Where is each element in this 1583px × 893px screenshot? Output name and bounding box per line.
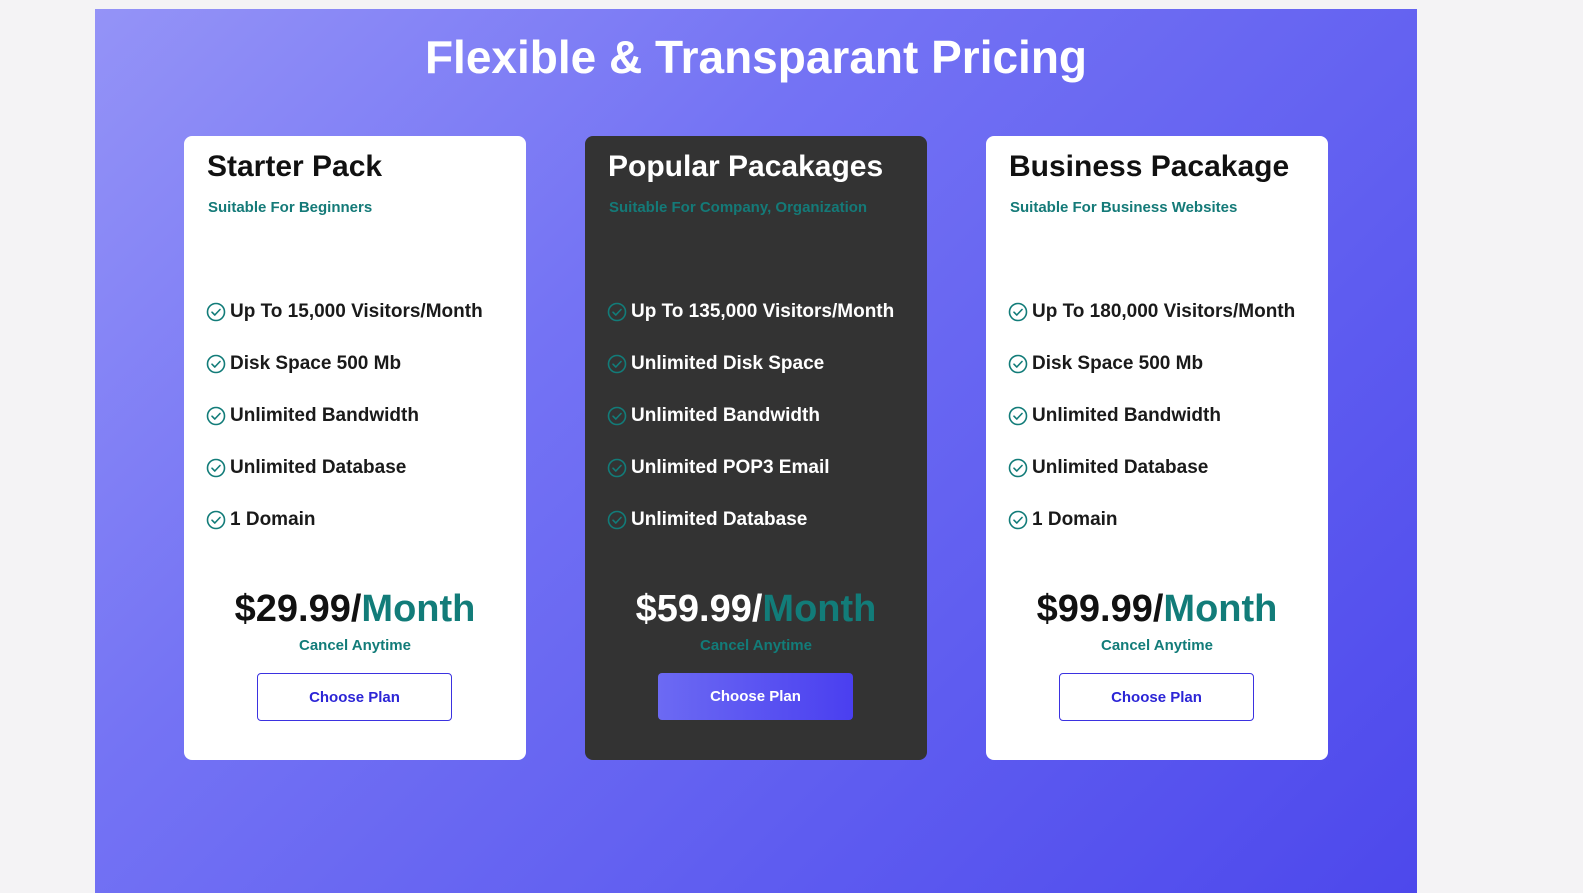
feature-text: Unlimited POP3 Email [631, 457, 830, 478]
check-circle-icon [1008, 406, 1028, 426]
feature-item: Unlimited Bandwidth [1008, 390, 1295, 442]
plan-subtitle: Suitable For Business Websites [1010, 199, 1238, 216]
feature-list: Up To 180,000 Visitors/Month Disk Space … [1008, 286, 1295, 546]
feature-text: Unlimited Bandwidth [230, 405, 419, 426]
plan-price: $59.99/Month [585, 586, 927, 632]
feature-text: Up To 15,000 Visitors/Month [230, 301, 483, 322]
choose-plan-button[interactable]: Choose Plan [257, 673, 452, 721]
choose-plan-button[interactable]: Choose Plan [1059, 673, 1254, 721]
feature-item: Unlimited Database [607, 494, 894, 546]
feature-text: Up To 135,000 Visitors/Month [631, 301, 895, 322]
check-circle-icon [206, 354, 226, 374]
page-title: Flexible & Transparant Pricing [424, 31, 1088, 83]
feature-item: Up To 135,000 Visitors/Month [607, 286, 894, 338]
check-circle-icon [607, 406, 627, 426]
check-circle-icon [607, 354, 627, 374]
plan-price: $99.99/Month [986, 586, 1328, 632]
feature-text: Unlimited Bandwidth [1032, 405, 1221, 426]
pricing-section: Flexible & Transparant Pricing Starter P… [95, 9, 1417, 893]
feature-text: 1 Domain [1032, 509, 1118, 530]
check-circle-icon [1008, 302, 1028, 322]
feature-text: Unlimited Database [230, 457, 407, 478]
check-circle-icon [1008, 458, 1028, 478]
check-circle-icon [1008, 510, 1028, 530]
price-period: Month [1163, 588, 1278, 630]
feature-item: Unlimited Database [206, 442, 483, 494]
price-amount: $59.99/ [635, 588, 763, 630]
check-circle-icon [206, 458, 226, 478]
feature-text: 1 Domain [230, 509, 316, 530]
feature-item: Unlimited Disk Space [607, 338, 894, 390]
price-amount: $29.99/ [234, 588, 362, 630]
plan-subtitle: Suitable For Company, Organization [609, 199, 868, 216]
cancel-anytime-note: Cancel Anytime [1101, 637, 1213, 654]
plan-subtitle: Suitable For Beginners [208, 199, 373, 216]
feature-item: Unlimited POP3 Email [607, 442, 894, 494]
feature-item: 1 Domain [206, 494, 483, 546]
feature-text: Unlimited Bandwidth [631, 405, 820, 426]
feature-item: 1 Domain [1008, 494, 1295, 546]
pricing-card-popular: Popular Pacakages Suitable For Company, … [585, 136, 927, 760]
feature-item: Disk Space 500 Mb [206, 338, 483, 390]
feature-text: Disk Space 500 Mb [230, 353, 402, 374]
check-circle-icon [206, 510, 226, 530]
feature-item: Disk Space 500 Mb [1008, 338, 1295, 390]
feature-text: Up To 180,000 Visitors/Month [1032, 301, 1296, 322]
plan-name: Starter Pack [207, 150, 383, 183]
cancel-anytime-note: Cancel Anytime [299, 637, 411, 654]
check-circle-icon [1008, 354, 1028, 374]
feature-text: Unlimited Disk Space [631, 353, 825, 374]
check-circle-icon [607, 510, 627, 530]
feature-text: Unlimited Database [1032, 457, 1209, 478]
plan-name: Business Pacakage [1009, 150, 1290, 183]
price-amount: $99.99/ [1036, 588, 1164, 630]
choose-plan-button[interactable]: Choose Plan [658, 673, 853, 720]
feature-item: Up To 15,000 Visitors/Month [206, 286, 483, 338]
check-circle-icon [607, 458, 627, 478]
check-circle-icon [206, 406, 226, 426]
feature-list: Up To 135,000 Visitors/Month Unlimited D… [607, 286, 894, 546]
feature-list: Up To 15,000 Visitors/Month Disk Space 5… [206, 286, 483, 546]
pricing-card-starter: Starter Pack Suitable For Beginners Up T… [184, 136, 526, 760]
plan-price: $29.99/Month [184, 586, 526, 632]
check-circle-icon [206, 302, 226, 322]
feature-item: Up To 180,000 Visitors/Month [1008, 286, 1295, 338]
plan-name: Popular Pacakages [608, 150, 884, 183]
price-period: Month [762, 588, 877, 630]
feature-text: Unlimited Database [631, 509, 808, 530]
feature-text: Disk Space 500 Mb [1032, 353, 1204, 374]
price-period: Month [361, 588, 476, 630]
feature-item: Unlimited Bandwidth [206, 390, 483, 442]
cancel-anytime-note: Cancel Anytime [700, 637, 812, 654]
check-circle-icon [607, 302, 627, 322]
feature-item: Unlimited Bandwidth [607, 390, 894, 442]
feature-item: Unlimited Database [1008, 442, 1295, 494]
pricing-card-business: Business Pacakage Suitable For Business … [986, 136, 1328, 760]
